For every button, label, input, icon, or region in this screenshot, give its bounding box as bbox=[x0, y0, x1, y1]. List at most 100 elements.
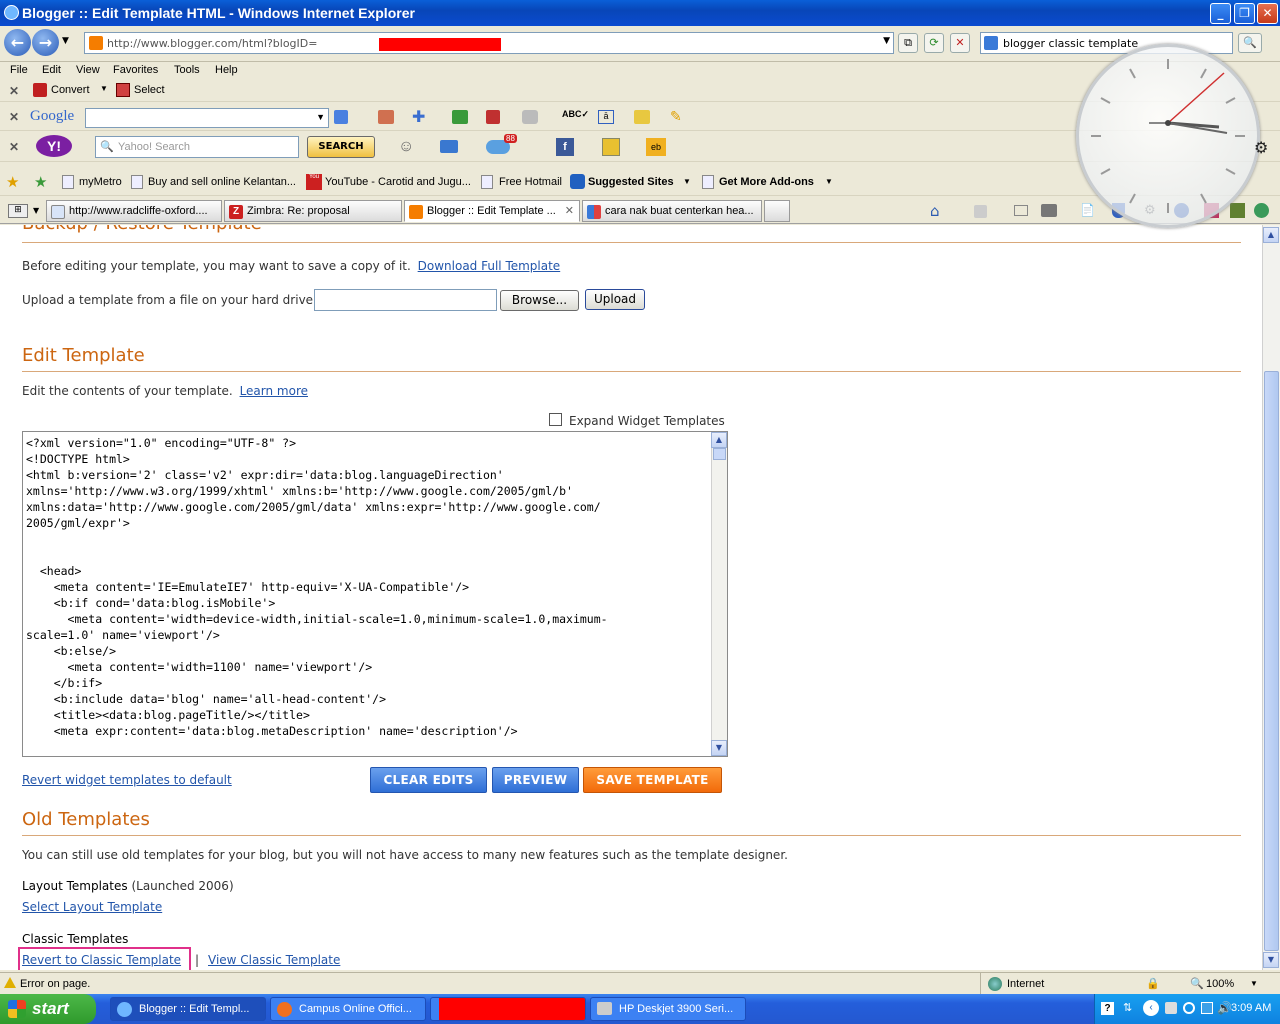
ebay-icon[interactable]: eb bbox=[646, 138, 666, 156]
add-favorite-icon[interactable]: ★ bbox=[34, 173, 47, 191]
menu-tools[interactable]: Tools bbox=[174, 64, 200, 76]
help-tray-icon[interactable]: ? bbox=[1101, 1002, 1114, 1015]
menu-edit[interactable]: Edit bbox=[42, 64, 61, 76]
editor-scrollbar[interactable]: ▲ ▼ bbox=[711, 432, 727, 756]
page-scrollbar[interactable]: ▲ ▼ bbox=[1262, 225, 1280, 970]
mail-icon[interactable] bbox=[440, 140, 458, 153]
tab-blogger[interactable]: Blogger :: Edit Template ... ✕ bbox=[404, 200, 580, 222]
fav-get-more-addons[interactable]: Get More Add-ons bbox=[719, 176, 814, 188]
chevron-down-icon[interactable]: ▼ bbox=[825, 177, 833, 186]
template-code-editor[interactable]: <?xml version="1.0" encoding="UTF-8" ?> … bbox=[22, 431, 728, 757]
fav-youtube[interactable]: YouTube - Carotid and Jugu... bbox=[325, 176, 471, 188]
select-button[interactable]: Select bbox=[134, 84, 165, 96]
history-dropdown-icon[interactable]: ▼ bbox=[62, 36, 69, 46]
upload-file-input[interactable] bbox=[314, 289, 497, 311]
fav-suggested-sites[interactable]: Suggested Sites bbox=[588, 176, 674, 188]
expand-widget-checkbox[interactable] bbox=[549, 413, 562, 426]
tab-close-icon[interactable]: ✕ bbox=[565, 204, 574, 217]
download-full-template-link[interactable]: Download Full Template bbox=[418, 259, 561, 273]
chevron-down-icon[interactable]: ▼ bbox=[683, 177, 691, 186]
yahoo-logo[interactable]: Y! bbox=[36, 135, 72, 157]
fav-hotmail[interactable]: Free Hotmail bbox=[499, 176, 562, 188]
gadget-settings-icon[interactable]: ⚙ bbox=[1254, 138, 1268, 157]
yahoo-toolbar-close-icon[interactable]: ✕ bbox=[9, 140, 19, 154]
zoom-icon[interactable]: 🔍 bbox=[1190, 977, 1204, 990]
fav-buy-sell[interactable]: Buy and sell online Kelantan... bbox=[148, 176, 296, 188]
popup-blocker-icon[interactable] bbox=[486, 110, 500, 124]
autofill-icon[interactable] bbox=[634, 110, 650, 124]
network-icon[interactable]: ⇅ bbox=[1123, 1001, 1132, 1014]
print-icon[interactable] bbox=[1041, 204, 1057, 217]
yahoo-search-input[interactable]: 🔍 Yahoo! Search bbox=[95, 136, 299, 158]
warning-icon[interactable] bbox=[4, 977, 16, 988]
menu-help[interactable]: Help bbox=[215, 64, 238, 76]
task-campus[interactable]: Campus Online Offici... bbox=[270, 997, 426, 1021]
convert-button[interactable]: Convert bbox=[51, 84, 90, 96]
back-button[interactable]: ← bbox=[4, 29, 31, 56]
translate-icon[interactable]: ā bbox=[598, 110, 614, 124]
maximize-button[interactable]: ❐ bbox=[1234, 3, 1255, 24]
plus-icon[interactable]: ✚ bbox=[412, 107, 425, 127]
notes-icon[interactable] bbox=[602, 138, 620, 156]
compat-view-icon[interactable]: ⧉ bbox=[898, 33, 918, 53]
clear-edits-button[interactable]: CLEAR EDITS bbox=[370, 767, 487, 793]
revert-to-classic-template-link[interactable]: Revert to Classic Template bbox=[22, 953, 181, 967]
home-icon[interactable]: ⌂ bbox=[930, 202, 940, 220]
fav-mymetro[interactable]: myMetro bbox=[79, 176, 122, 188]
learn-more-link[interactable]: Learn more bbox=[240, 384, 308, 398]
address-dropdown-icon[interactable]: ▼ bbox=[883, 36, 890, 46]
task-redacted[interactable] bbox=[430, 997, 586, 1021]
menu-favorites[interactable]: Favorites bbox=[113, 64, 158, 76]
scroll-up-icon[interactable]: ▲ bbox=[1263, 227, 1279, 243]
sidewiki-icon[interactable] bbox=[522, 110, 538, 124]
tray-app-icon[interactable] bbox=[1201, 1002, 1213, 1014]
tab-radcliffe[interactable]: http://www.radcliffe-oxford.... bbox=[46, 200, 222, 222]
minimize-button[interactable]: _ bbox=[1210, 3, 1231, 24]
read-mail-icon[interactable] bbox=[1014, 205, 1028, 216]
feeds-icon[interactable] bbox=[974, 205, 987, 218]
status-text[interactable]: Error on page. bbox=[20, 978, 90, 990]
view-classic-template-link[interactable]: View Classic Template bbox=[208, 953, 340, 967]
google-search-input[interactable]: ▼ bbox=[85, 108, 329, 128]
page-scroll-thumb[interactable] bbox=[1264, 371, 1279, 951]
upload-button[interactable]: Upload bbox=[585, 289, 645, 310]
tray-app-icon[interactable] bbox=[1165, 1002, 1177, 1014]
tab-zimbra[interactable]: Z Zimbra: Re: proposal bbox=[224, 200, 402, 222]
revert-widget-templates-link[interactable]: Revert widget templates to default bbox=[22, 773, 232, 787]
convert-dropdown-icon[interactable]: ▼ bbox=[100, 84, 108, 93]
zoom-dropdown-icon[interactable]: ▼ bbox=[1250, 979, 1258, 988]
forward-button[interactable]: → bbox=[32, 29, 59, 56]
bookmark-icon[interactable] bbox=[378, 110, 394, 124]
clock-time[interactable]: 3:09 AM bbox=[1231, 1002, 1271, 1014]
google-toolbar-close-icon[interactable]: ✕ bbox=[9, 110, 19, 124]
spellcheck-icon[interactable]: ABC✓ bbox=[562, 109, 589, 120]
refresh-icon[interactable]: ⟳ bbox=[924, 33, 944, 53]
task-blogger[interactable]: Blogger :: Edit Templ... bbox=[110, 997, 266, 1021]
menu-file[interactable]: File bbox=[10, 64, 28, 76]
browse-button[interactable]: Browse... bbox=[500, 290, 579, 311]
start-button[interactable]: start bbox=[0, 994, 96, 1024]
select-layout-template-link[interactable]: Select Layout Template bbox=[22, 900, 162, 914]
tray-app-icon[interactable] bbox=[1183, 1002, 1195, 1014]
smiley-icon[interactable]: ☺ bbox=[398, 138, 414, 156]
editor-scroll-thumb[interactable] bbox=[713, 448, 726, 460]
zoom-level[interactable]: 100% bbox=[1206, 978, 1234, 990]
favorites-star-icon[interactable]: ★ bbox=[6, 173, 19, 191]
volume-icon[interactable]: 🔊 bbox=[1217, 1001, 1232, 1015]
close-button[interactable]: ✕ bbox=[1257, 3, 1278, 24]
scroll-down-icon[interactable]: ▼ bbox=[1263, 952, 1279, 968]
stop-icon[interactable]: ✕ bbox=[950, 33, 970, 53]
google-search-button-icon[interactable] bbox=[334, 110, 348, 124]
preview-button[interactable]: PREVIEW bbox=[492, 767, 579, 793]
menu-view[interactable]: View bbox=[76, 64, 100, 76]
expand-tray-icon[interactable]: ‹ bbox=[1143, 1000, 1159, 1016]
save-template-button[interactable]: SAVE TEMPLATE bbox=[583, 767, 722, 793]
google-dropdown-icon[interactable]: ▼ bbox=[316, 112, 325, 122]
yahoo-search-button[interactable]: SEARCH bbox=[307, 136, 375, 158]
facebook-icon[interactable]: f bbox=[556, 138, 574, 156]
address-bar[interactable]: http://www.blogger.com/html?blogID= ▼ bbox=[84, 32, 894, 54]
toolbar-close-icon[interactable]: ✕ bbox=[9, 84, 19, 98]
protected-mode-icon[interactable]: 🔒 bbox=[1146, 977, 1160, 990]
share-icon[interactable] bbox=[452, 110, 468, 124]
new-tab-button[interactable] bbox=[764, 200, 790, 222]
